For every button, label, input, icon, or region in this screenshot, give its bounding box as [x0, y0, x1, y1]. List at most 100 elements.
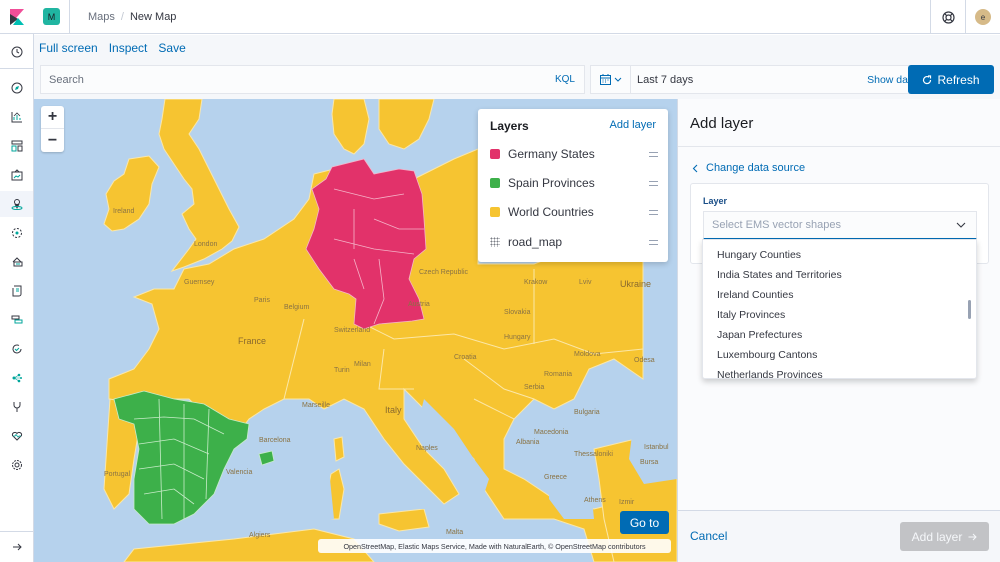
nav-uptime[interactable]: [0, 336, 33, 362]
management-icon: [11, 460, 22, 470]
nav-monitoring[interactable]: [0, 423, 33, 449]
layer-row-world-countries[interactable]: World Countries: [490, 202, 658, 222]
country-denmark: [331, 99, 370, 155]
flyout-footer: Cancel Add layer: [678, 510, 1000, 562]
dropdown-scrollbar[interactable]: [968, 300, 971, 319]
chevron-down-icon[interactable]: [956, 222, 966, 228]
date-range-label[interactable]: Last 7 days: [637, 74, 867, 86]
space-selector[interactable]: M: [34, 0, 70, 34]
map-label: Istanbul: [644, 444, 669, 451]
map-label: Turin: [334, 367, 350, 374]
nav-logs[interactable]: [0, 278, 33, 304]
inspect-link[interactable]: Inspect: [109, 41, 148, 55]
dropdown-option[interactable]: Luxembourg Cantons: [717, 349, 817, 361]
map-label: Hungary: [504, 334, 531, 341]
change-data-source-link[interactable]: Change data source: [692, 162, 805, 174]
full-screen-link[interactable]: Full screen: [39, 41, 98, 55]
zoom-out-button[interactable]: −: [41, 129, 64, 152]
map-label: Czech Republic: [419, 269, 469, 276]
app-menu: Full screen Inspect Save: [34, 35, 1000, 61]
ml-icon: [11, 228, 22, 238]
avatar: e: [975, 9, 991, 25]
layer-name[interactable]: road_map: [508, 235, 649, 249]
ems-shapes-combobox[interactable]: [703, 211, 977, 240]
nav-maps[interactable]: [0, 191, 33, 217]
nav-management[interactable]: [0, 452, 33, 478]
dropdown-option[interactable]: Japan Prefectures: [717, 329, 802, 341]
country-ireland: [103, 155, 160, 232]
nav-visualize[interactable]: [0, 104, 33, 130]
help-button[interactable]: [930, 0, 965, 34]
nav-graph[interactable]: [0, 365, 33, 391]
map-label: Guernsey: [184, 279, 215, 286]
calendar-icon: [599, 74, 611, 85]
map-label: Belgium: [284, 304, 310, 311]
nav-canvas[interactable]: [0, 162, 33, 188]
clock-icon: [11, 46, 22, 58]
breadcrumb-separator: /: [120, 10, 124, 23]
map-canvas[interactable]: Ireland London Guernsey France Paris Bel…: [34, 99, 677, 562]
layer-row-spain-provinces[interactable]: Spain Provinces: [490, 173, 658, 193]
change-data-source-label: Change data source: [706, 162, 806, 174]
layer-color-swatch: [490, 178, 500, 188]
drag-handle-icon[interactable]: [649, 209, 658, 215]
nav-dashboard[interactable]: [0, 133, 33, 159]
nav-apm[interactable]: [0, 307, 33, 333]
save-link[interactable]: Save: [158, 41, 185, 55]
goto-button[interactable]: Go to: [620, 511, 669, 534]
kibana-logo[interactable]: [0, 0, 34, 34]
tile-layer-icon: [490, 237, 500, 247]
help-icon: [941, 10, 955, 24]
space-avatar: M: [43, 8, 60, 25]
monitoring-icon: [11, 431, 22, 441]
drag-handle-icon[interactable]: [649, 151, 658, 157]
uptime-icon: [12, 344, 21, 354]
breadcrumb-maps[interactable]: Maps: [88, 11, 115, 23]
nav-dev-tools[interactable]: [0, 394, 33, 420]
refresh-label: Refresh: [937, 72, 980, 87]
dropdown-option[interactable]: Italy Provinces: [717, 309, 785, 321]
search-input[interactable]: [41, 66, 555, 93]
maps-icon: [11, 199, 22, 210]
nav-machine-learning[interactable]: [0, 220, 33, 246]
drag-handle-icon[interactable]: [649, 180, 658, 186]
date-picker: Last 7 days Show dates: [590, 65, 931, 94]
quick-select-button[interactable]: [591, 66, 631, 93]
nav-divider: [0, 531, 33, 532]
dropdown-option[interactable]: Netherlands Provinces: [717, 369, 823, 378]
add-layer-link[interactable]: Add layer: [610, 119, 656, 131]
layer-name[interactable]: Spain Provinces: [508, 176, 649, 190]
map-label: Moldova: [574, 351, 601, 358]
visualize-icon: [11, 112, 22, 123]
chevron-left-icon: [692, 164, 698, 172]
ems-shapes-dropdown: Hungary Counties India States and Territ…: [702, 239, 977, 379]
map-label: London: [194, 241, 218, 248]
map-label: Greece: [544, 474, 567, 481]
map-label: Bursa: [640, 459, 659, 466]
dropdown-option[interactable]: Ireland Counties: [717, 289, 793, 301]
layers-title: Layers: [490, 119, 529, 133]
map-label: Portugal: [104, 471, 131, 478]
refresh-button[interactable]: Refresh: [908, 65, 994, 94]
query-language-button[interactable]: KQL: [555, 74, 575, 85]
layer-row-germany-states[interactable]: Germany States: [490, 144, 658, 164]
dropdown-option[interactable]: Hungary Counties: [717, 249, 801, 261]
dropdown-option[interactable]: India States and Territories: [717, 269, 842, 281]
drag-handle-icon[interactable]: [649, 239, 658, 245]
ems-shapes-input[interactable]: [704, 219, 956, 231]
nav-infrastructure[interactable]: [0, 249, 33, 275]
nav-collapse-button[interactable]: [0, 534, 33, 560]
layer-row-road-map[interactable]: road_map: [490, 232, 658, 252]
cancel-button[interactable]: Cancel: [690, 529, 727, 543]
flyout-title: Add layer: [690, 115, 754, 132]
layer-name[interactable]: Germany States: [508, 147, 649, 161]
nav-recently-viewed[interactable]: [0, 39, 33, 65]
zoom-in-button[interactable]: +: [41, 106, 64, 129]
map-label: Croatia: [454, 354, 477, 361]
nav-discover[interactable]: [0, 75, 33, 101]
layer-name[interactable]: World Countries: [508, 205, 649, 219]
kibana-logo-icon: [10, 8, 24, 25]
user-menu-button[interactable]: e: [965, 0, 1000, 34]
add-layer-button[interactable]: Add layer: [900, 522, 989, 551]
map-label: Milan: [354, 361, 371, 368]
